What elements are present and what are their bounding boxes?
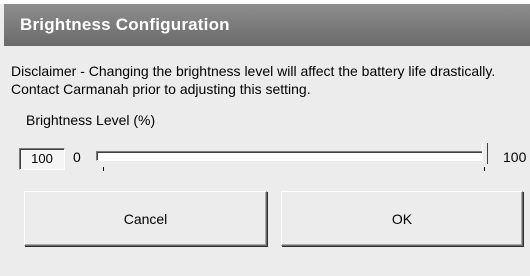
disclaimer-line-1: Disclaimer - Changing the brightness lev…	[11, 63, 496, 79]
slider-tick-min	[103, 167, 104, 171]
dialog-title: Brightness Configuration	[20, 15, 230, 34]
brightness-level-label: Brightness Level (%)	[26, 112, 156, 128]
disclaimer-text: Disclaimer - Changing the brightness lev…	[11, 62, 495, 98]
brightness-slider-track[interactable]	[96, 151, 484, 161]
slider-tick-max	[484, 167, 485, 171]
cancel-button[interactable]: Cancel	[24, 191, 267, 246]
brightness-slider-thumb[interactable]	[482, 143, 488, 164]
ok-button[interactable]: OK	[281, 191, 523, 246]
brightness-dialog: Brightness Configuration Disclaimer - Ch…	[0, 0, 530, 276]
title-bar[interactable]: Brightness Configuration	[4, 4, 530, 46]
disclaimer-line-2: Contact Carmanah prior to adjusting this…	[11, 81, 311, 97]
brightness-value-field[interactable]: 100	[19, 148, 65, 170]
slider-min-label: 0	[73, 149, 81, 165]
slider-max-label: 100	[503, 149, 527, 165]
